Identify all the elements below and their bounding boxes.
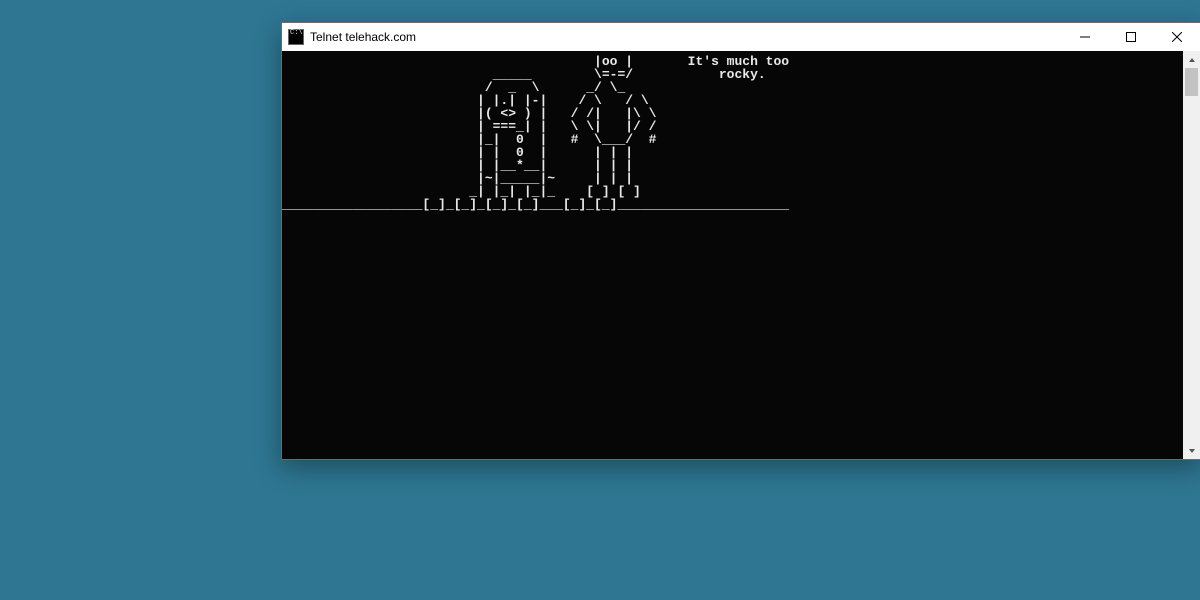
client-area: |oo | It's much too _____ \=-=/ rocky. /… [282, 51, 1200, 459]
scroll-up-button[interactable] [1183, 51, 1200, 68]
scroll-down-button[interactable] [1183, 442, 1200, 459]
maximize-button[interactable] [1108, 23, 1154, 51]
close-button[interactable] [1154, 23, 1200, 51]
window-title: Telnet telehack.com [310, 30, 416, 44]
terminal-output[interactable]: |oo | It's much too _____ \=-=/ rocky. /… [282, 51, 1183, 459]
cmd-icon [288, 29, 304, 45]
scroll-track[interactable] [1183, 68, 1200, 442]
minimize-button[interactable] [1062, 23, 1108, 51]
scroll-thumb[interactable] [1185, 68, 1198, 96]
titlebar[interactable]: Telnet telehack.com [282, 23, 1200, 51]
telnet-window: Telnet telehack.com |oo | It's much too … [281, 22, 1200, 460]
vertical-scrollbar[interactable] [1183, 51, 1200, 459]
